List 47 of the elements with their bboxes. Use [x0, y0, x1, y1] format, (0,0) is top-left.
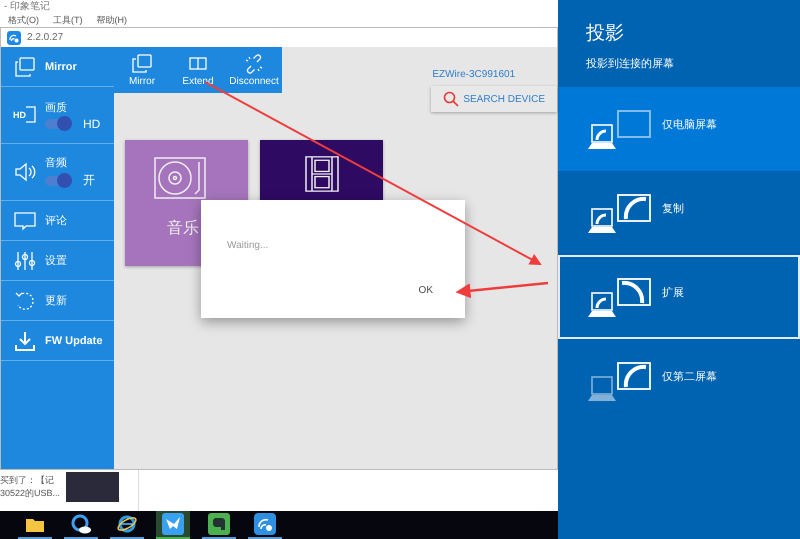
menu-item[interactable]: 工具(T)	[53, 14, 82, 26]
projection-option[interactable]: 仅电脑屏幕	[558, 87, 800, 171]
disconnect-icon	[243, 54, 265, 74]
sidebar-label: 更新	[45, 294, 67, 308]
background-window-title: - 印象笔记	[4, 0, 52, 14]
tile-label: 音乐	[166, 218, 199, 239]
device-name: EZWire-3C991601	[431, 69, 516, 80]
app-version: 2.2.0.27	[27, 32, 64, 43]
search-device-button[interactable]: SEARCH DEVICE	[431, 86, 557, 112]
note-snippet: 30522的USB...	[0, 487, 62, 500]
search-icon	[443, 91, 460, 107]
toggle-switch[interactable]	[45, 118, 71, 128]
mirror-icon	[131, 54, 153, 74]
menu-item[interactable]: 帮助(H)	[96, 14, 127, 26]
sidebar-label: 音频	[45, 156, 68, 170]
wireless-icon	[254, 513, 276, 535]
projection-option[interactable]: 扩展	[558, 255, 800, 339]
sidebar-label: Mirror	[45, 60, 77, 72]
projection-option[interactable]: 复制	[558, 171, 800, 255]
taskbar-button[interactable]	[156, 511, 190, 539]
taskbar-button[interactable]	[248, 511, 282, 539]
photo-placeholder	[66, 472, 119, 502]
panel-subtitle: 投影到连接的屏幕	[586, 56, 675, 71]
sidebar-label: FW Update	[45, 334, 102, 346]
toolbar-button[interactable]: Extend	[170, 47, 226, 93]
sidebar-label: 设置	[45, 254, 67, 268]
browser-icon	[70, 513, 92, 535]
mirror-icon	[13, 56, 37, 78]
settings-icon	[13, 250, 37, 272]
film-strip-icon	[304, 156, 338, 192]
ok-button[interactable]: OK	[414, 283, 437, 298]
sidebar-label: 评论	[45, 214, 67, 228]
note-snippet: 买到了：【记	[0, 474, 55, 487]
download-icon	[13, 330, 37, 352]
panel-title: 投影	[586, 22, 625, 46]
taskbar-button[interactable]	[202, 511, 236, 539]
comment-icon	[13, 210, 37, 232]
toggle-switch[interactable]	[45, 176, 71, 186]
projection-option[interactable]: 仅第二屏幕	[558, 339, 800, 423]
toolbar-button[interactable]: Disconnect	[226, 47, 282, 93]
app-logo-icon	[7, 30, 21, 44]
toolbar-button[interactable]: Mirror	[114, 47, 170, 93]
audio-icon	[13, 161, 37, 183]
toggle-value: HD	[83, 116, 100, 130]
toggle-value: 开	[83, 172, 95, 189]
sidebar-label: 画质	[45, 100, 68, 114]
menu-item[interactable]: 格式(O)	[8, 14, 39, 26]
